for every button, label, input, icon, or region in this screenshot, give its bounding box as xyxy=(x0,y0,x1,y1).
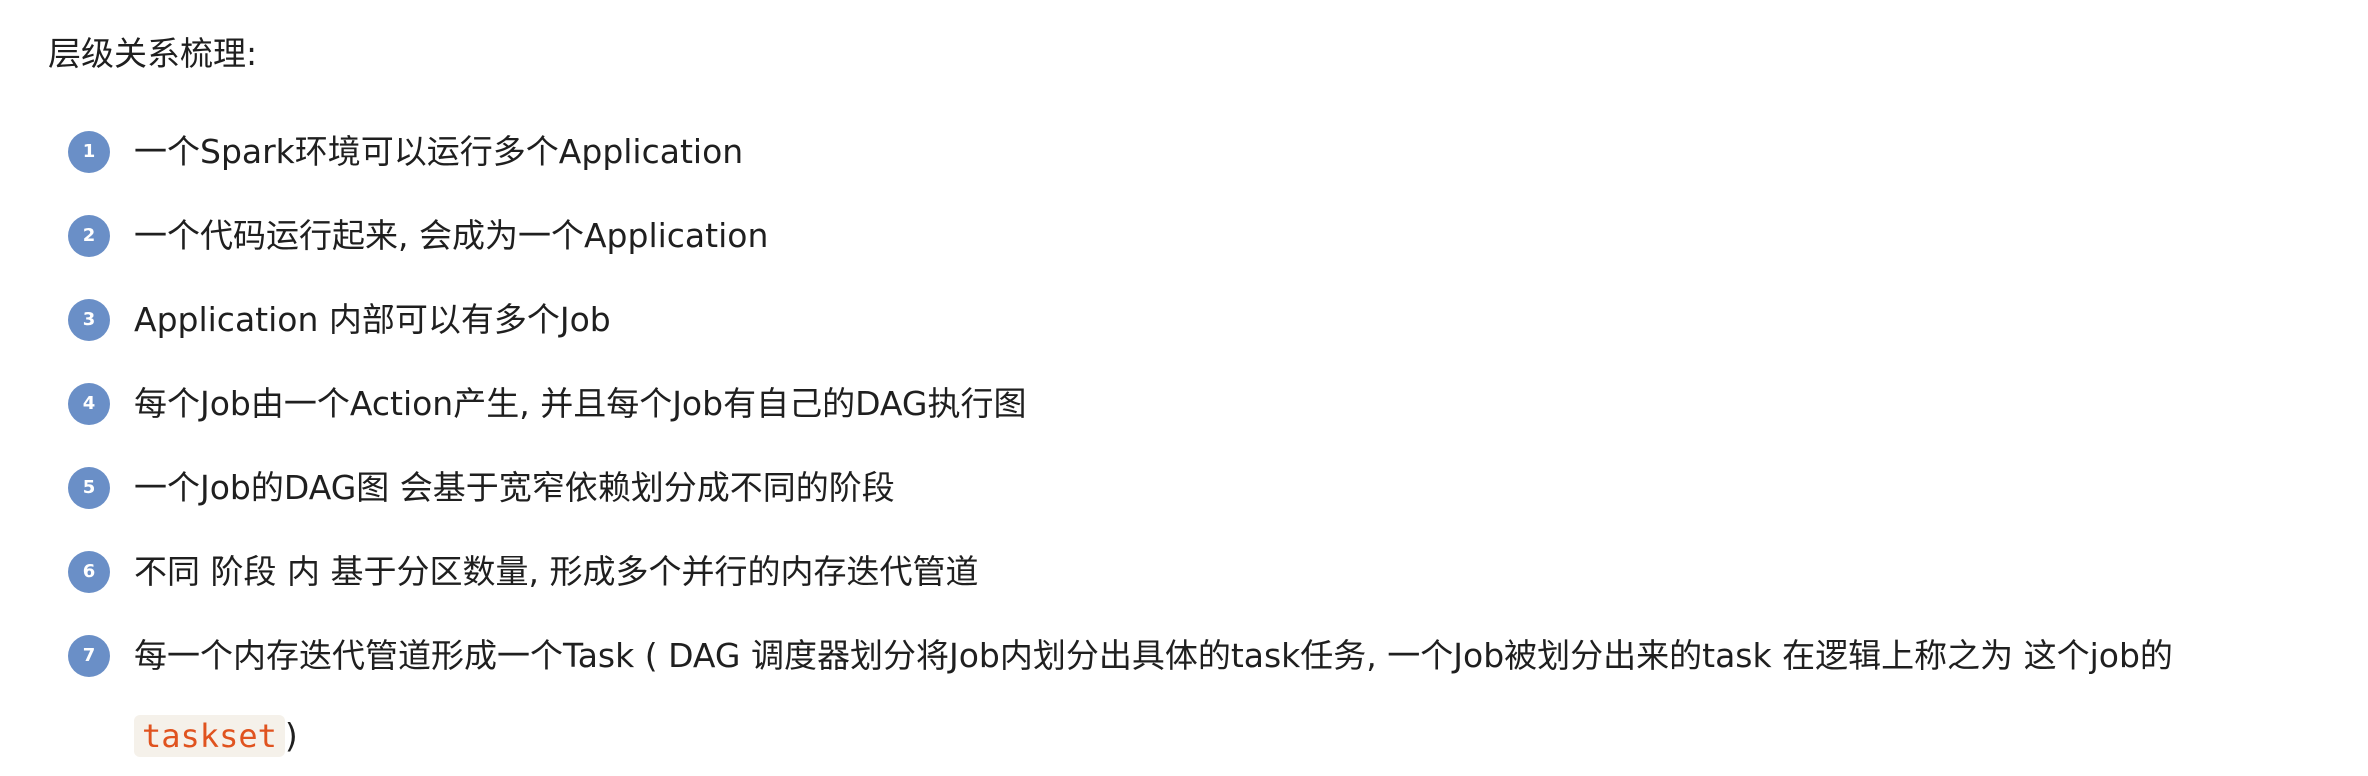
step-number-badge: 4 xyxy=(68,383,110,425)
inline-code-taskset: taskset xyxy=(134,715,285,757)
list-item-text-main: 每一个内存迭代管道形成一个Task ( DAG 调度器划分将Job内划分出具体的… xyxy=(134,636,2173,675)
step-number-badge: 3 xyxy=(68,299,110,341)
step-number-badge: 7 xyxy=(68,635,110,677)
list-item-text: 一个Spark环境可以运行多个Application xyxy=(134,132,744,171)
step-number-badge: 5 xyxy=(68,467,110,509)
list-item-text: 每个Job由一个Action产生, 并且每个Job有自己的DAG执行图 xyxy=(134,384,1027,423)
list-item-text: 一个代码运行起来, 会成为一个Application xyxy=(134,216,769,255)
list-item-text-tail: ) xyxy=(284,716,298,755)
step-number-badge: 6 xyxy=(68,551,110,593)
list-item-text: Application 内部可以有多个Job xyxy=(134,300,611,339)
step-number-badge: 2 xyxy=(68,215,110,257)
section-heading: 层级关系梳理: xyxy=(48,34,258,73)
step-number-badge: 1 xyxy=(68,131,110,173)
list-item-text: 一个Job的DAG图 会基于宽窄依赖划分成不同的阶段 xyxy=(134,468,895,507)
list-item-text: 不同 阶段 内 基于分区数量, 形成多个并行的内存迭代管道 xyxy=(134,552,979,591)
document-body: 层级关系梳理: 1 一个Spark环境可以运行多个Application 2 一… xyxy=(0,0,2368,768)
list-item-text: 每一个内存迭代管道形成一个Task ( DAG 调度器划分将Job内划分出具体的… xyxy=(134,616,2294,776)
